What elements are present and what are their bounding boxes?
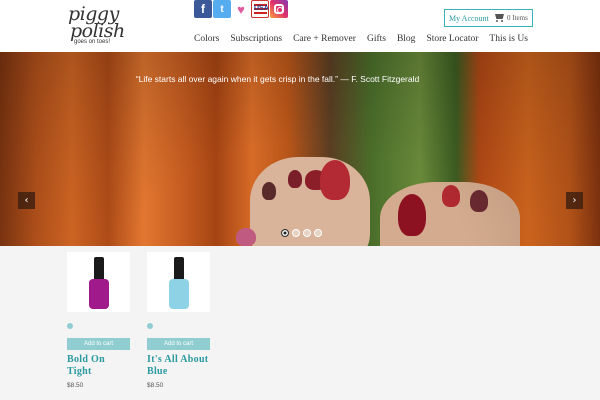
nav-care-remover[interactable]: Care + Remover xyxy=(293,34,356,44)
instagram-icon[interactable] xyxy=(270,0,288,18)
nail-polish-bottle-icon xyxy=(89,257,109,309)
nav-blog[interactable]: Blog xyxy=(397,34,415,44)
facebook-icon[interactable]: f xyxy=(194,0,212,18)
nav-colors[interactable]: Colors xyxy=(194,34,219,44)
hero-quote-text: “Life starts all over again when it gets… xyxy=(135,74,420,84)
product-grid: Add to cart Bold On Tight $8.50 Add to c… xyxy=(0,246,600,400)
product-name[interactable]: It's All About Blue xyxy=(147,354,211,378)
slider-dot-4[interactable] xyxy=(314,229,322,237)
product-card: Add to cart It's All About Blue $8.50 xyxy=(147,252,211,389)
cart-link[interactable]: 0 Items xyxy=(493,14,528,22)
product-price: $8.50 xyxy=(147,382,164,389)
product-card: Add to cart Bold On Tight $8.50 xyxy=(67,252,131,389)
product-name[interactable]: Bold On Tight xyxy=(67,354,131,378)
nav-gifts[interactable]: Gifts xyxy=(367,34,386,44)
slider-prev-button[interactable]: ‹ xyxy=(18,192,35,209)
nav-store-locator[interactable]: Store Locator xyxy=(426,34,478,44)
slider-dot-1[interactable] xyxy=(281,229,289,237)
nail-polish-bottle-icon xyxy=(169,257,189,309)
made-in-usa-icon[interactable]: USA xyxy=(251,0,269,18)
twitter-icon[interactable]: t xyxy=(213,0,231,18)
my-account-link[interactable]: My Account xyxy=(445,14,493,23)
product-image[interactable] xyxy=(67,252,130,312)
quick-view-icon[interactable] xyxy=(147,323,153,329)
site-logo[interactable]: piggy polish goes on toes! xyxy=(66,3,128,46)
usa-label: USA xyxy=(254,5,269,12)
product-image[interactable] xyxy=(147,252,210,312)
main-nav: Colors Subscriptions Care + Remover Gift… xyxy=(194,34,539,44)
slider-next-button[interactable]: › xyxy=(566,192,583,209)
camera-glyph xyxy=(274,4,284,14)
product-price: $8.50 xyxy=(67,382,84,389)
nav-this-is-us[interactable]: This is Us xyxy=(489,34,528,44)
hero-quote: “Life starts all over again when it gets… xyxy=(0,74,600,84)
site-header: piggy polish goes on toes! f t ♥ USA My … xyxy=(0,0,600,52)
add-to-cart-button[interactable]: Add to cart xyxy=(147,338,210,350)
cart-icon xyxy=(493,14,504,22)
slider-dot-2[interactable] xyxy=(292,229,300,237)
logo-tagline: goes on toes! xyxy=(74,39,111,45)
quick-view-icon[interactable] xyxy=(67,323,73,329)
slider-dots xyxy=(281,229,322,237)
cart-count: 0 Items xyxy=(507,14,528,22)
add-to-cart-button[interactable]: Add to cart xyxy=(67,338,130,350)
slider-dot-3[interactable] xyxy=(303,229,311,237)
cruelty-free-icon[interactable]: ♥ xyxy=(232,0,250,18)
nav-subscriptions[interactable]: Subscriptions xyxy=(230,34,282,44)
account-box: My Account 0 Items xyxy=(444,9,533,27)
